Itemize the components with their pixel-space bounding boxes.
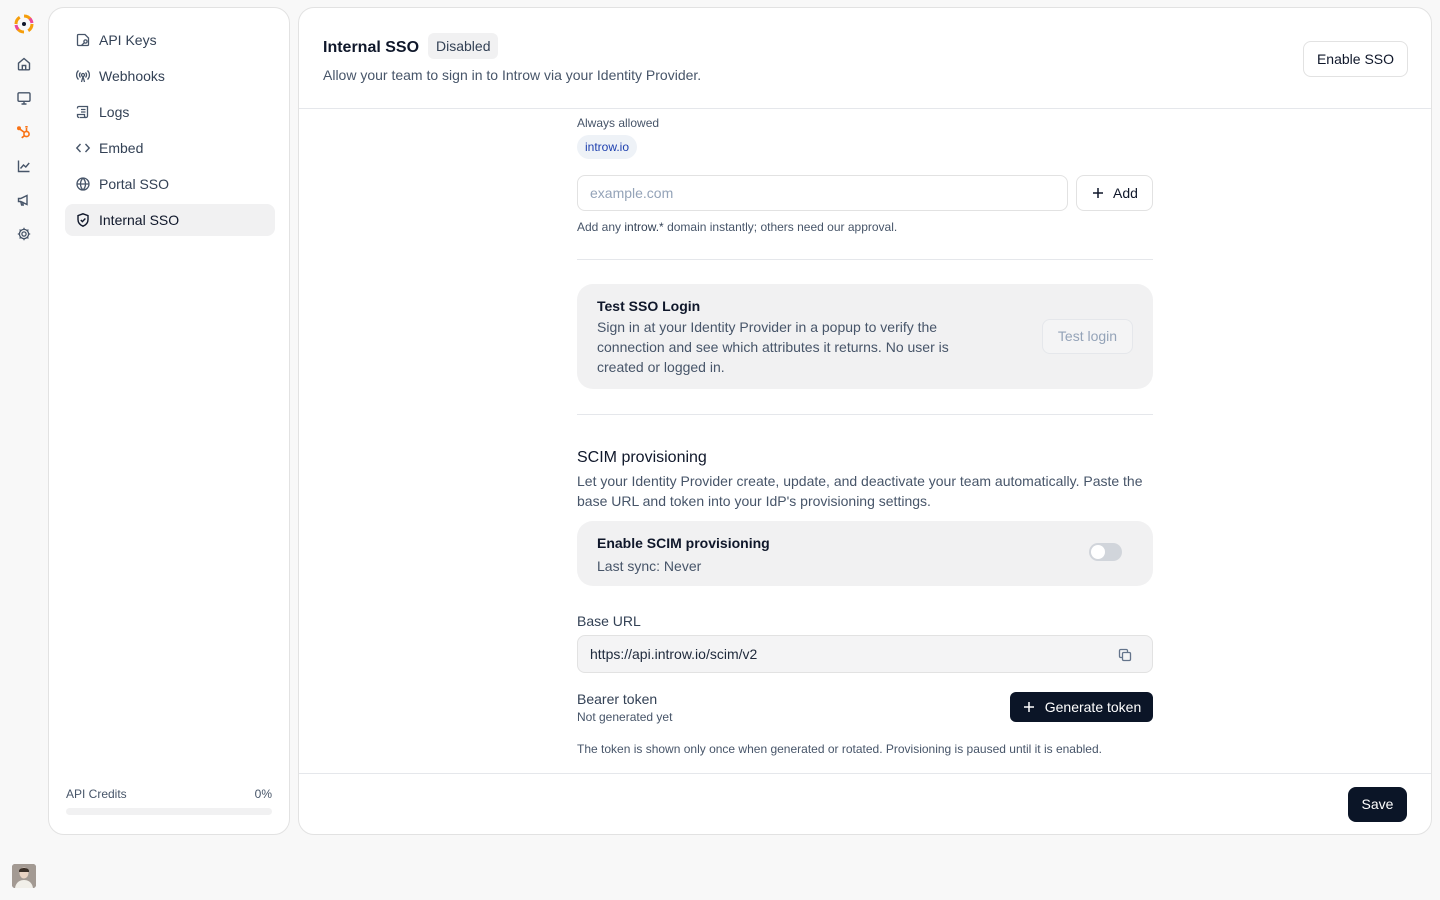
sidebar-item-label: API Keys xyxy=(99,32,157,48)
globe-icon xyxy=(75,176,91,192)
test-sso-card: Test SSO Login Sign in at your Identity … xyxy=(577,284,1153,389)
code-icon xyxy=(75,140,91,156)
test-login-button[interactable]: Test login xyxy=(1042,319,1133,354)
sidebar-item-logs[interactable]: Logs xyxy=(65,96,275,128)
domain-hint-suffix: domain instantly; others need our approv… xyxy=(663,220,898,234)
page-title: Internal SSO xyxy=(323,39,420,56)
chart-icon[interactable] xyxy=(16,158,32,174)
token-status: Not generated yet xyxy=(577,710,673,724)
app-rail xyxy=(0,0,48,900)
main-panel: Internal SSO Disabled Allow your team to… xyxy=(298,7,1432,835)
toggle-knob xyxy=(1091,545,1105,559)
domain-hint-prefix: Add any xyxy=(577,220,625,234)
page-footer: Save xyxy=(299,773,1431,834)
divider xyxy=(577,414,1153,415)
token-hint: The token is shown only once when genera… xyxy=(577,742,1102,756)
scim-toggle-card: Enable SCIM provisioning Last sync: Neve… xyxy=(577,521,1153,586)
domain-hint-bold: introw.* xyxy=(624,220,664,234)
scim-toggle[interactable] xyxy=(1089,543,1122,561)
add-domain-label: Add xyxy=(1113,185,1138,201)
webhook-icon xyxy=(75,68,91,84)
base-url-label: Base URL xyxy=(577,613,641,629)
sidebar-item-label: Logs xyxy=(99,104,130,120)
sidebar-item-label: Internal SSO xyxy=(99,212,180,228)
sidebar-item-label: Portal SSO xyxy=(99,176,170,192)
status-badge: Disabled xyxy=(428,33,499,59)
logs-icon xyxy=(75,104,91,120)
sidebar-item-api-keys[interactable]: API Keys xyxy=(65,24,275,56)
always-allowed-label: Always allowed xyxy=(577,116,660,130)
settings-nav: API Keys Webhooks Logs Embed Portal SSO … xyxy=(65,24,275,240)
key-icon xyxy=(75,32,91,48)
enable-sso-button[interactable]: Enable SSO xyxy=(1303,41,1408,77)
plus-icon xyxy=(1023,702,1034,712)
domain-hint: Add any introw.* domain instantly; other… xyxy=(577,220,897,234)
scim-toggle-title: Enable SCIM provisioning xyxy=(597,535,770,551)
app-logo-icon[interactable] xyxy=(13,13,35,35)
sidebar-item-portal-sso[interactable]: Portal SSO xyxy=(65,168,275,200)
last-sync-text: Last sync: Never xyxy=(597,558,702,574)
scim-description: Let your Identity Provider create, updat… xyxy=(577,473,1143,509)
sidebar-item-label: Webhooks xyxy=(99,68,165,84)
test-sso-title: Test SSO Login xyxy=(597,298,701,314)
api-credits-value: 0% xyxy=(254,787,272,801)
sidebar-item-webhooks[interactable]: Webhooks xyxy=(65,60,275,92)
plus-icon xyxy=(1093,188,1104,198)
gear-icon[interactable] xyxy=(16,226,32,242)
api-credits-label: API Credits xyxy=(66,787,127,801)
test-sso-description: Sign in at your Identity Provider in a p… xyxy=(597,319,949,375)
settings-sidebar: API Keys Webhooks Logs Embed Portal SSO … xyxy=(48,7,290,835)
domain-chip: introw.io xyxy=(577,135,638,159)
page-subtitle: Allow your team to sign in to Introw via… xyxy=(323,67,702,83)
page-header: Internal SSO Disabled Allow your team to… xyxy=(299,8,1431,109)
hubspot-icon[interactable] xyxy=(16,124,32,140)
sidebar-item-label: Embed xyxy=(99,140,144,156)
base-url-value: https://api.introw.io/scim/v2 xyxy=(590,646,758,662)
sidebar-item-internal-sso[interactable]: Internal SSO xyxy=(65,204,275,236)
monitor-icon[interactable] xyxy=(16,90,32,106)
domain-input[interactable]: example.com xyxy=(577,175,1068,211)
megaphone-icon[interactable] xyxy=(16,192,32,208)
api-credits: API Credits 0% xyxy=(66,787,272,815)
shield-icon xyxy=(75,212,91,228)
divider xyxy=(577,259,1153,260)
avatar[interactable] xyxy=(12,864,36,888)
bearer-token-label: Bearer token xyxy=(577,691,658,707)
scim-title: SCIM provisioning xyxy=(577,449,707,466)
add-domain-button[interactable]: Add xyxy=(1076,175,1153,211)
sidebar-item-embed[interactable]: Embed xyxy=(65,132,275,164)
generate-token-button[interactable]: Generate token xyxy=(1010,692,1153,722)
api-credits-progress xyxy=(66,808,272,815)
save-button[interactable]: Save xyxy=(1348,787,1407,822)
home-icon[interactable] xyxy=(16,56,32,72)
generate-token-label: Generate token xyxy=(1044,699,1142,715)
base-url-field[interactable]: https://api.introw.io/scim/v2 xyxy=(577,635,1153,673)
copy-icon[interactable] xyxy=(1117,647,1133,663)
